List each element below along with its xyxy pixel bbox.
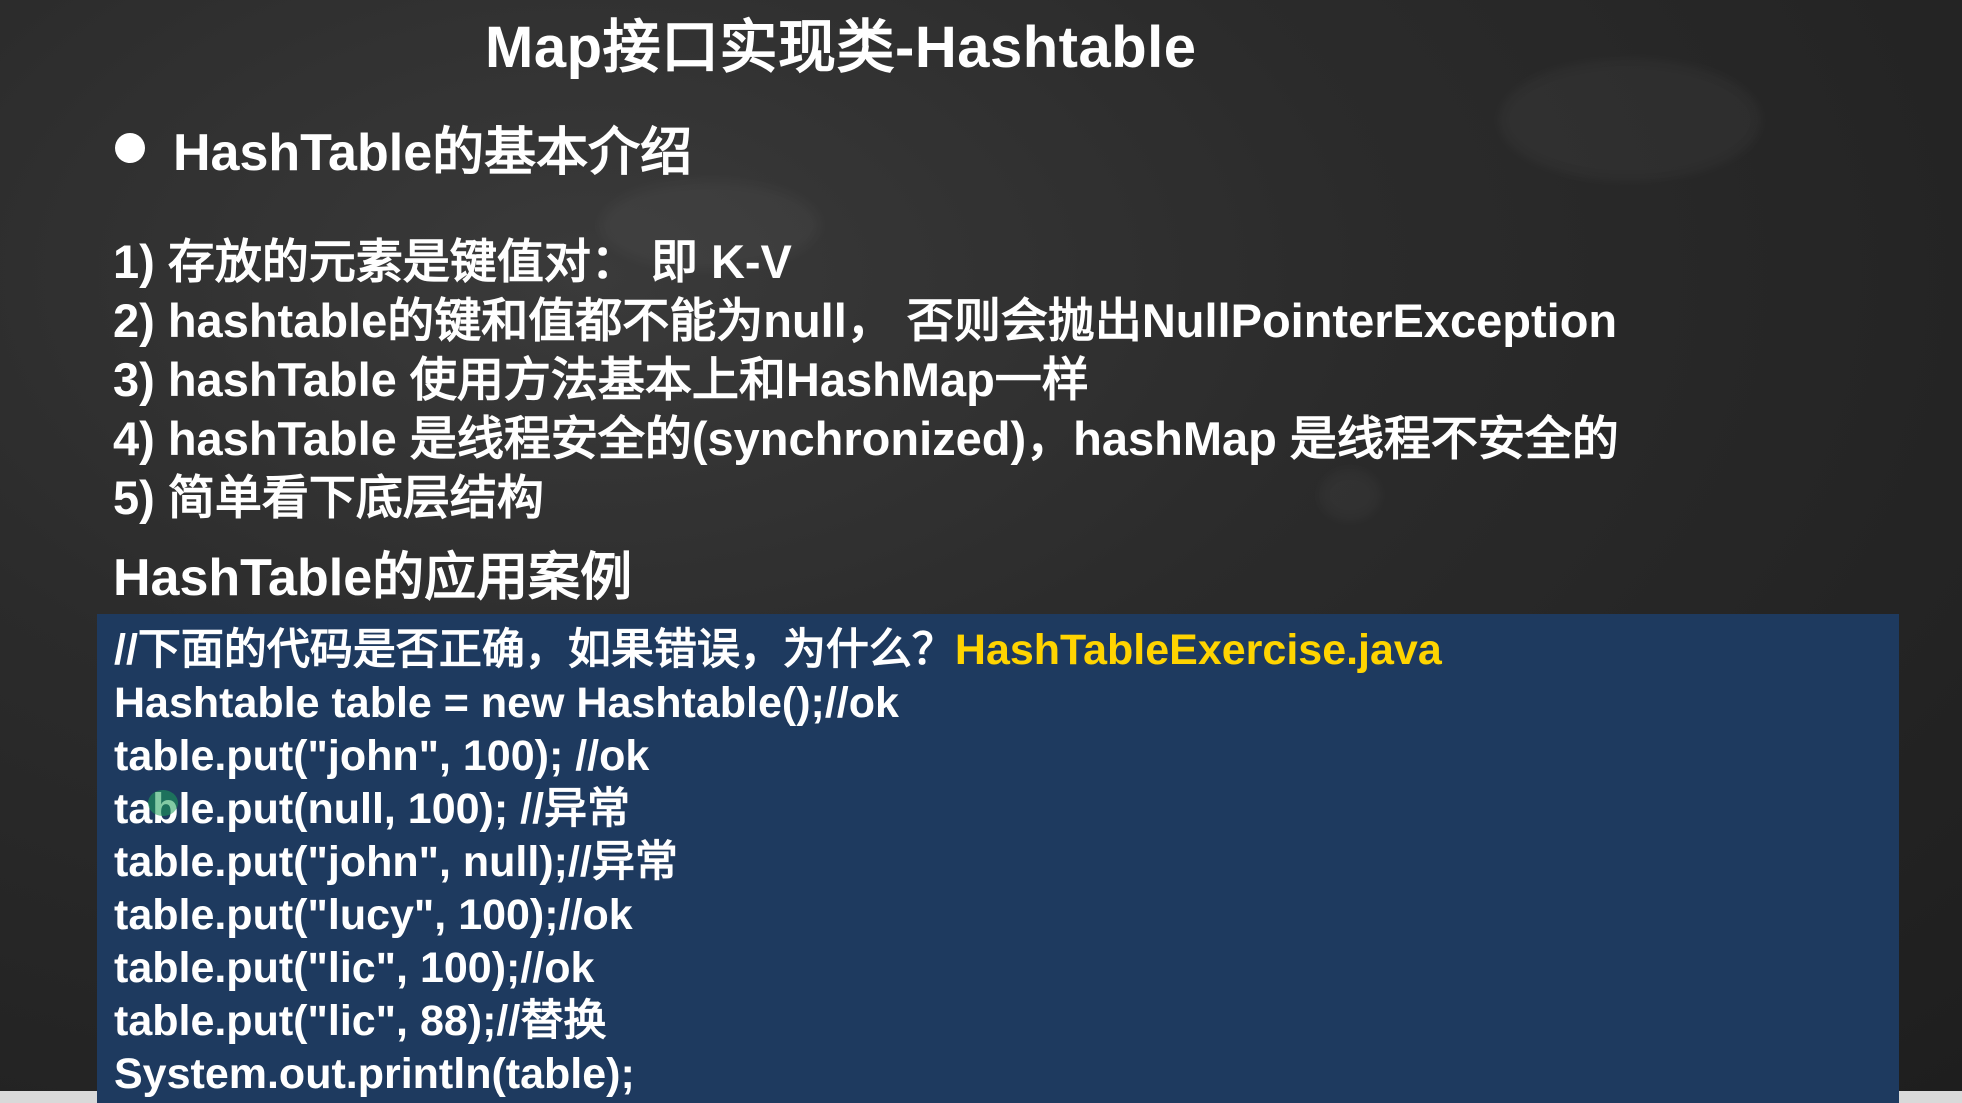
intro-point: 4) hashTable 是线程安全的(synchronized)，hashMa… [113,412,1619,465]
code-block: //下面的代码是否正确，如果错误，为什么？HashTableExercise.j… [97,614,1899,1103]
intro-point: 1) 存放的元素是键值对： 即 K-V [113,235,792,288]
code-line: System.out.println(table); [114,1050,635,1098]
code-comment-line: //下面的代码是否正确，如果错误，为什么？HashTableExercise.j… [114,624,1899,677]
slide-title: Map接口实现类-Hashtable [485,15,1197,80]
bottom-edge [1899,1091,1962,1103]
slide: Map接口实现类-Hashtable HashTable的基本介绍 1) 存放的… [0,0,1962,1103]
section-heading: HashTable的基本介绍 [115,110,692,185]
code-line: table.put("lic", 88);//替换 [114,997,607,1045]
intro-point: 5) 简单看下底层结构 [113,471,544,524]
code-line: table.put("john", 100); //ok [114,732,650,780]
intro-point: 3) hashTable 使用方法基本上和HashMap一样 [113,353,1089,406]
code-line: table.put("lic", 100);//ok [114,944,595,992]
code-line: table.put("john", null);//异常 [114,838,678,886]
code-line: table.put("lucy", 100);//ok [114,891,633,939]
pointer-highlight-icon [148,790,178,816]
code-comment: //下面的代码是否正确，如果错误，为什么？ [114,626,955,674]
application-heading: HashTable的应用案例 [113,549,633,607]
intro-points: 1) 存放的元素是键值对： 即 K-V 2) hashtable的键和值都不能为… [113,232,1619,527]
intro-point: 2) hashtable的键和值都不能为null， 否则会抛出NullPoint… [113,294,1618,347]
bullet-icon [115,132,145,163]
code-line: table.put(null, 100); //异常 [114,785,631,833]
chalk-smudge [1500,60,1760,180]
code-filename: HashTableExercise.java [954,626,1442,674]
bottom-edge [0,1091,97,1103]
section-heading-text: HashTable的基本介绍 [173,124,693,182]
code-line: Hashtable table = new Hashtable();//ok [114,679,899,727]
